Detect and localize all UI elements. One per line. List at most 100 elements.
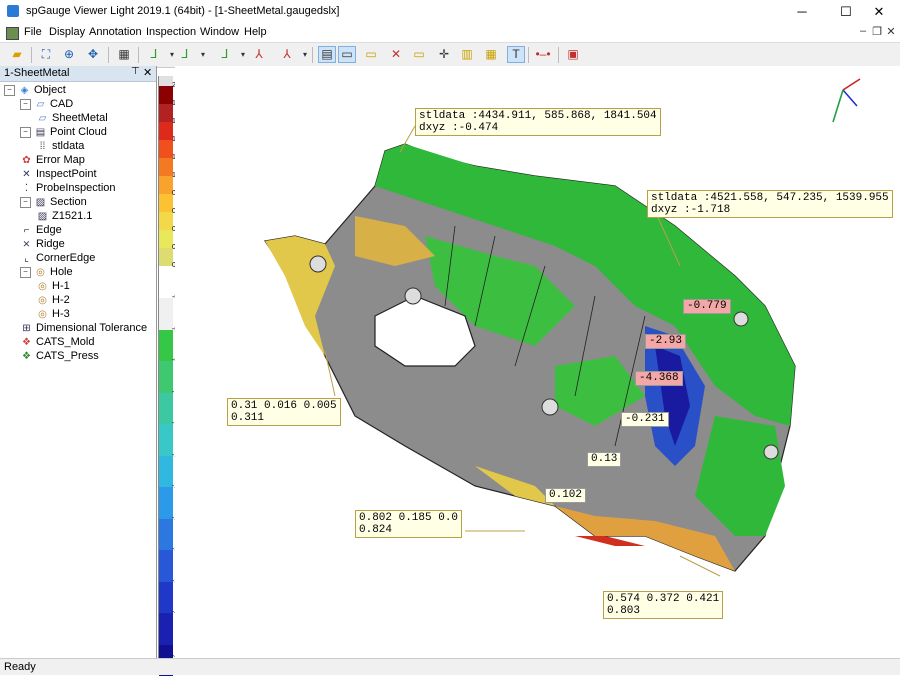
scale-band xyxy=(159,86,173,104)
scale-band xyxy=(159,140,173,158)
layer-icon[interactable]: ▤ xyxy=(318,46,336,63)
scale-band xyxy=(159,550,173,582)
close-button[interactable]: ✕ xyxy=(858,0,900,24)
menu-file[interactable]: File xyxy=(24,26,42,38)
arrange-icon[interactable]: ▦ xyxy=(482,46,500,63)
tree-label: Error Map xyxy=(36,154,85,166)
tree-item-cats-press[interactable]: ❖CATS_Press xyxy=(20,349,99,363)
menu-window[interactable]: Window xyxy=(200,26,239,38)
mdi-close-button[interactable]: ✕ xyxy=(884,25,898,38)
rotate-icon[interactable]: ✥ xyxy=(84,46,102,63)
tree-label: ProbeInspection xyxy=(36,182,116,194)
callout-deviation-5[interactable]: 0.574 0.372 0.421 0.803 xyxy=(603,591,723,619)
collapse-icon[interactable]: − xyxy=(20,127,31,138)
callout-stldata-1[interactable]: stldata :4434.911, 585.868, 1841.504 dxy… xyxy=(415,108,661,136)
tree-item-probeinspection[interactable]: ⁚ProbeInspection xyxy=(20,181,116,195)
deviation-label[interactable]: -0.779 xyxy=(683,299,731,314)
deviation-label[interactable]: 0.13 xyxy=(587,452,621,467)
select-icon[interactable]: ▭ xyxy=(338,46,356,63)
tree-item-section[interactable]: −▨Section xyxy=(20,195,87,209)
tree-label: Point Cloud xyxy=(50,126,107,138)
corneredge-icon: ⌞ xyxy=(20,252,33,266)
callout-stldata-2[interactable]: stldata :4521.558, 547.235, 1539.955 dxy… xyxy=(647,190,893,218)
tree-item-hole[interactable]: −◎Hole xyxy=(20,265,73,279)
fit-view-icon[interactable]: ⛶ xyxy=(37,46,55,63)
deviation-label[interactable]: -4.368 xyxy=(635,371,683,386)
menu-annotation[interactable]: Annotation xyxy=(89,26,142,38)
measure-icon[interactable]: •–• xyxy=(534,46,552,63)
tree-label: CornerEdge xyxy=(36,252,95,264)
scale-band xyxy=(159,487,173,519)
view-y-icon[interactable]: ⅃ xyxy=(176,46,194,63)
tree-item-h1[interactable]: ◎H-1 xyxy=(36,279,70,293)
collapse-icon[interactable]: − xyxy=(4,85,15,96)
app-icon xyxy=(7,5,19,17)
align-icon[interactable]: ▥ xyxy=(458,46,476,63)
move-annotation-icon[interactable]: ▭ xyxy=(410,46,428,63)
menu-help[interactable]: Help xyxy=(244,26,267,38)
tree-label: CAD xyxy=(50,98,73,110)
text-icon[interactable]: T xyxy=(507,46,525,63)
scale-band xyxy=(159,230,173,248)
menu-inspection[interactable]: Inspection xyxy=(146,26,196,38)
axis-view-icon[interactable]: ⅄ xyxy=(278,46,296,63)
tree-label: Section xyxy=(50,196,87,208)
callout-deviation-4[interactable]: 0.802 0.185 0.0 0.824 xyxy=(355,510,462,538)
object-icon: ◈ xyxy=(18,84,31,98)
color-scale xyxy=(158,76,173,658)
pin-icon[interactable]: ⊤ xyxy=(131,66,140,77)
callout-deviation-3[interactable]: 0.31 0.016 0.005 0.311 xyxy=(227,398,341,426)
edge-icon: ⌐ xyxy=(20,224,33,238)
deviation-label[interactable]: -2.93 xyxy=(645,334,686,349)
scale-band xyxy=(159,158,173,176)
scale-band xyxy=(159,104,173,122)
errormap-icon: ✿ xyxy=(20,154,33,168)
tree-item-edge[interactable]: ⌐Edge xyxy=(20,223,62,237)
panel-close-icon[interactable]: ✕ xyxy=(143,66,152,79)
tree-item-z1521[interactable]: ▨Z1521.1 xyxy=(36,209,92,223)
deviation-label[interactable]: -0.231 xyxy=(621,412,669,427)
collapse-icon[interactable]: − xyxy=(20,197,31,208)
hole-item-icon: ◎ xyxy=(36,294,49,308)
tree-item-corneredge[interactable]: ⌞CornerEdge xyxy=(20,251,95,265)
mold-icon: ❖ xyxy=(20,336,33,350)
tree-label: H-2 xyxy=(52,294,70,306)
tree-item-stldata[interactable]: ⁞⁞stldata xyxy=(36,139,84,153)
hole-icon: ◎ xyxy=(34,266,47,280)
tree-item-h3[interactable]: ◎H-3 xyxy=(36,307,70,321)
zoom-icon[interactable]: ⊕ xyxy=(60,46,78,63)
annotation-icon[interactable]: ▭ xyxy=(362,46,380,63)
tree-item-inspectpoint[interactable]: ✕InspectPoint xyxy=(20,167,97,181)
minimize-button[interactable]: ─ xyxy=(780,0,824,24)
inspectpoint-icon: ✕ xyxy=(20,168,33,182)
3d-viewport[interactable]: stldata :4434.911, 585.868, 1841.504 dxy… xyxy=(175,66,900,658)
tree-label: CATS_Press xyxy=(36,350,99,362)
tree-item-dimensional-tolerance[interactable]: ⊞Dimensional Tolerance xyxy=(20,321,147,335)
deviation-label[interactable]: 0.102 xyxy=(545,488,586,503)
chevron-down-icon[interactable]: ▾ xyxy=(194,46,212,63)
tree-item-error-map[interactable]: ✿Error Map xyxy=(20,153,85,167)
tree-item-cats-mold[interactable]: ❖CATS_Mold xyxy=(20,335,94,349)
move-icon[interactable]: ✛ xyxy=(435,46,453,63)
view-x-icon[interactable]: ⅃ xyxy=(145,46,163,63)
tree-item-sheetmetal[interactable]: ▱SheetMetal xyxy=(36,111,108,125)
tree-item-point-cloud[interactable]: −▤Point Cloud xyxy=(20,125,107,139)
grid-icon[interactable]: ▦ xyxy=(115,46,133,63)
tree-item-ridge[interactable]: ⨯Ridge xyxy=(20,237,65,251)
iso-view-icon[interactable]: ⅄ xyxy=(250,46,268,63)
collapse-icon[interactable]: − xyxy=(20,99,31,110)
open-icon[interactable]: ▰ xyxy=(8,46,26,63)
mdi-minimize-button[interactable]: – xyxy=(856,25,870,37)
document-icon[interactable] xyxy=(6,27,19,40)
collapse-icon[interactable]: − xyxy=(20,267,31,278)
tree-label: Z1521.1 xyxy=(52,210,92,222)
scale-band xyxy=(159,361,173,393)
report-icon[interactable]: ▣ xyxy=(564,46,582,63)
delete-annotation-icon[interactable]: ✕ xyxy=(387,46,405,63)
tree-item-object[interactable]: −◈Object xyxy=(4,83,66,97)
menu-display[interactable]: Display xyxy=(49,26,85,38)
tree-item-h2[interactable]: ◎H-2 xyxy=(36,293,70,307)
view-z-icon[interactable]: ⅃ xyxy=(216,46,234,63)
tree-item-cad[interactable]: −▱CAD xyxy=(20,97,73,111)
mdi-restore-button[interactable]: ❐ xyxy=(870,25,884,38)
